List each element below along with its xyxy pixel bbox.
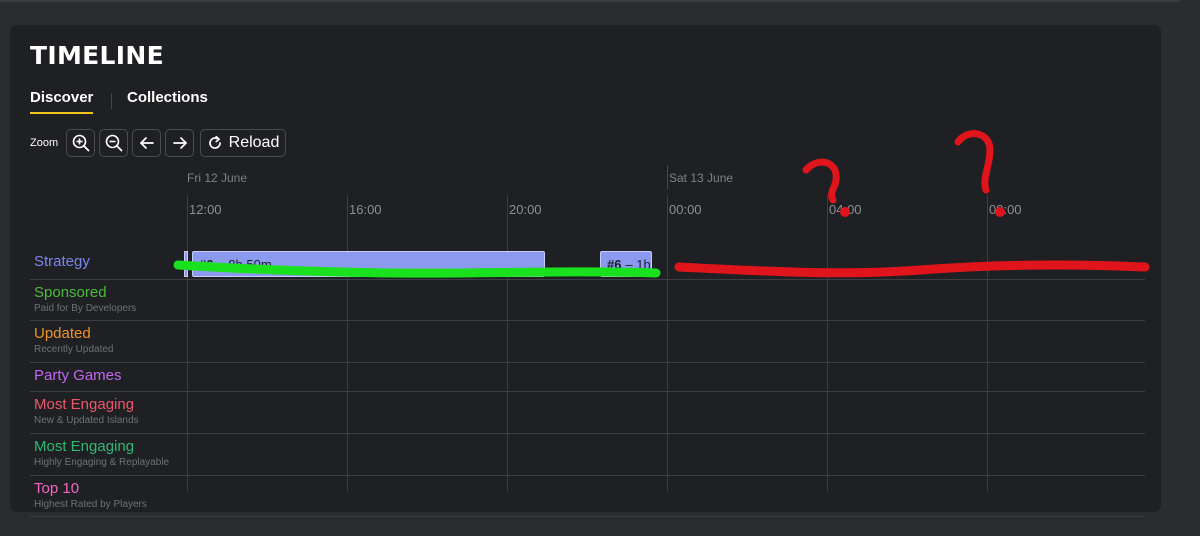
bar-rank: #6	[199, 256, 214, 272]
row-label: Most Engaging	[34, 396, 135, 413]
tab-discover[interactable]: Discover	[30, 89, 94, 114]
day-label-fri: Fri 12 June	[187, 171, 248, 185]
zoom-in-button[interactable]	[66, 129, 95, 157]
top-strip	[0, 0, 1200, 14]
zoom-out-icon	[105, 134, 122, 152]
reload-label: Reload	[228, 134, 280, 151]
tab-separator	[111, 93, 112, 109]
bar-duration: – 1h	[625, 256, 651, 272]
row-top-10: Top 10 Highest Rated by Players	[30, 476, 1145, 517]
back-button[interactable]	[132, 129, 161, 157]
timeline-grid: Fri 12 June Sat 13 June 12:00 16:00 20:0…	[30, 165, 1145, 517]
row-sponsored: Sponsored Paid for By Developers	[30, 280, 1145, 321]
hour-label: 00:00	[669, 202, 702, 217]
row-label: Strategy	[34, 253, 90, 270]
top-strip-edge	[0, 0, 1180, 2]
zoom-out-button[interactable]	[99, 129, 128, 157]
zoom-in-icon	[72, 134, 89, 152]
timeline-bar-sliver[interactable]	[184, 251, 188, 277]
row-label: Top 10	[34, 480, 80, 497]
hour-label: 08:00	[989, 202, 1022, 217]
day-label-sat: Sat 13 June	[669, 171, 734, 185]
row-party-games: Party Games	[30, 363, 1145, 392]
row-sublabel: Paid for By Developers	[34, 303, 137, 314]
tab-collections[interactable]: Collections	[127, 89, 208, 112]
row-most-engaging-replayable: Most Engaging Highly Engaging & Replayab…	[30, 434, 1145, 476]
zoom-label: Zoom	[30, 137, 59, 149]
hour-label: 04:00	[829, 202, 862, 217]
hour-label: 16:00	[349, 202, 382, 217]
timeline-bar[interactable]: #6 – 1h	[600, 251, 652, 277]
row-most-engaging-new: Most Engaging New & Updated Islands	[30, 392, 1145, 434]
row-label: Party Games	[34, 367, 122, 384]
row-sublabel: New & Updated Islands	[34, 415, 139, 426]
reload-icon	[208, 135, 221, 149]
reload-button[interactable]: Reload	[200, 129, 286, 157]
bar-duration: – 8h 50m	[217, 256, 272, 272]
timeline-panel: TIMELINE Discover Collections Zoom Reloa…	[10, 25, 1161, 517]
row-sublabel: Recently Updated	[34, 344, 114, 355]
row-label: Updated	[34, 325, 91, 342]
page-title: TIMELINE	[30, 41, 164, 70]
arrow-right-icon	[172, 137, 187, 149]
day-divider	[667, 165, 668, 189]
hour-label: 12:00	[189, 202, 222, 217]
arrow-left-icon	[139, 137, 154, 149]
forward-button[interactable]	[165, 129, 194, 157]
timeline-bar[interactable]: #6 – 8h 50m	[192, 251, 545, 277]
row-updated: Updated Recently Updated	[30, 321, 1145, 363]
row-sublabel: Highest Rated by Players	[34, 499, 147, 510]
hour-label: 20:00	[509, 202, 542, 217]
row-label: Most Engaging	[34, 438, 135, 455]
row-label: Sponsored	[34, 284, 107, 301]
bar-rank: #6	[607, 256, 622, 272]
row-sublabel: Highly Engaging & Replayable	[34, 457, 170, 468]
